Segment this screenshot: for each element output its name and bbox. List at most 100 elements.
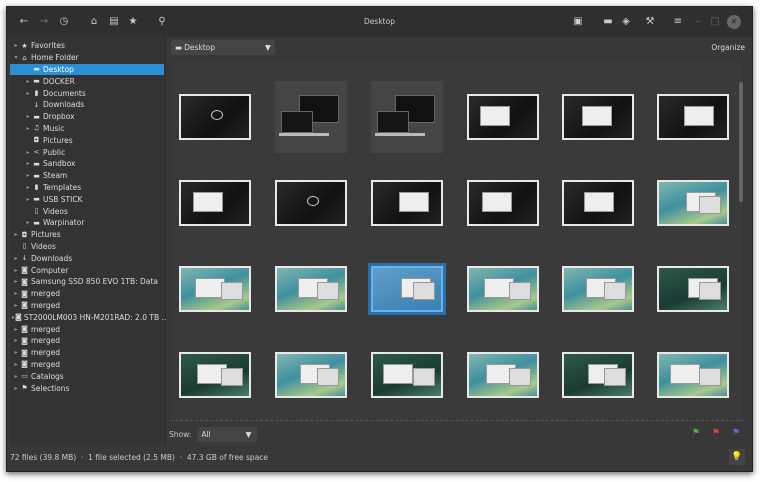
close-button[interactable]: ✕ — [727, 15, 741, 29]
thumbnail[interactable] — [657, 266, 729, 312]
thumbnail[interactable] — [657, 94, 729, 140]
drive-icon[interactable]: ▤ — [107, 15, 121, 29]
sidebar-item[interactable]: ▸ ▬ USB STICK — [10, 193, 164, 205]
thumbnail[interactable] — [179, 180, 251, 226]
menu-icon[interactable]: ≡ — [671, 15, 685, 29]
search-icon[interactable]: ⚲ — [155, 15, 169, 29]
tag-icon[interactable]: ◈ — [619, 15, 633, 29]
thumbnail[interactable] — [467, 94, 539, 140]
expander-icon[interactable]: ▸ — [12, 337, 20, 344]
sidebar-item[interactable]: ▸ ▮ Documents — [10, 87, 164, 99]
thumbnail[interactable] — [371, 180, 443, 226]
expander-icon[interactable]: ▸ — [24, 78, 32, 85]
thumbnail[interactable] — [467, 266, 539, 312]
expander-icon[interactable]: ▸ — [12, 373, 20, 380]
thumbnail[interactable] — [467, 352, 539, 398]
thumbnail[interactable] — [467, 180, 539, 226]
expander-icon[interactable]: ▸ — [24, 125, 32, 132]
sidebar-item[interactable]: ▬ Desktop — [10, 63, 164, 76]
sidebar-item[interactable]: ▸ ◙ Computer — [10, 264, 164, 276]
sidebar-item[interactable]: ▸ ▬ Steam — [10, 170, 164, 182]
expander-icon[interactable]: ▸ — [24, 172, 32, 179]
expander-icon[interactable]: ▸ — [12, 302, 20, 309]
expander-icon[interactable]: ▸ — [12, 349, 20, 356]
sidebar-item[interactable]: ▸ ▬ Sandbox — [10, 158, 164, 170]
expander-icon[interactable]: ▸ — [24, 219, 32, 226]
wrench-icon[interactable]: ⚒ — [643, 15, 657, 29]
sidebar-item[interactable]: ▸ ▬ Warpinator — [10, 217, 164, 229]
sidebar-item[interactable]: ▸ ⚑ Selections — [10, 382, 164, 394]
forward-arrow-icon[interactable]: → — [37, 15, 51, 29]
thumbnail[interactable] — [179, 94, 251, 140]
sidebar-item[interactable]: ▸ ▬ DOCKER — [10, 75, 164, 87]
sidebar-item[interactable]: ▸ ▮ Templates — [10, 182, 164, 194]
expander-icon[interactable]: ▸ — [24, 184, 32, 191]
expander-icon[interactable]: ▾ — [12, 54, 20, 61]
thumbnail[interactable] — [371, 81, 443, 153]
presentation-icon[interactable]: ▣ — [571, 15, 585, 29]
thumbnail[interactable] — [275, 180, 347, 226]
expander-icon[interactable]: ▸ — [12, 231, 20, 238]
thumbnail[interactable] — [562, 352, 634, 398]
sidebar-item[interactable]: ◘ Pictures — [10, 134, 164, 146]
expander-icon[interactable]: ▸ — [12, 42, 20, 49]
sidebar-item[interactable]: ▸ ◙ merged — [10, 300, 164, 312]
expander-icon[interactable]: ▸ — [24, 90, 32, 97]
path-dropdown[interactable]: ▬ Desktop ▼ — [171, 40, 275, 55]
sidebar-item[interactable]: ↓ Downloads — [10, 99, 164, 111]
show-dropdown[interactable]: All ▼ — [197, 426, 258, 442]
sidebar-item[interactable]: ▸ ◙ merged — [10, 359, 164, 371]
thumbnail[interactable] — [275, 352, 347, 398]
expander-icon[interactable]: ▸ — [12, 290, 20, 297]
sidebar-item[interactable]: ▸ ★ Favorites — [10, 40, 164, 52]
thumbnail[interactable] — [275, 81, 347, 153]
history-icon[interactable]: ◷ — [57, 15, 71, 29]
thumbnail[interactable] — [275, 266, 347, 312]
expander-icon[interactable]: ▸ — [12, 255, 20, 262]
sidebar-item[interactable]: ▸ ▬ Dropbox — [10, 111, 164, 123]
expander-icon[interactable]: ▸ — [24, 149, 32, 156]
expander-icon[interactable]: ▸ — [24, 160, 32, 167]
maximize-button[interactable]: □ — [708, 15, 722, 29]
expander-icon[interactable]: ▸ — [12, 278, 20, 285]
expander-icon[interactable]: ▸ — [12, 361, 20, 368]
star-icon[interactable]: ★ — [126, 15, 140, 29]
expander-icon[interactable]: ▸ — [12, 267, 20, 274]
sidebar-item[interactable]: ▾ ⌂ Home Folder — [10, 52, 164, 64]
thumbnail[interactable] — [657, 180, 729, 226]
sidebar-item[interactable]: ▯ Videos — [10, 241, 164, 253]
sidebar-item[interactable]: ▸ ◙ merged — [10, 323, 164, 335]
thumbnail[interactable] — [657, 352, 729, 398]
expander-icon[interactable]: ▸ — [24, 113, 32, 120]
thumbnail[interactable] — [562, 94, 634, 140]
flag-icon[interactable]: ⚑ — [732, 428, 740, 438]
sidebar-item[interactable]: ▯ Videos — [10, 205, 164, 217]
thumbnail[interactable] — [562, 180, 634, 226]
sidebar-item[interactable]: ▸ ◙ Samsung SSD 850 EVO 1TB: Data — [10, 276, 164, 288]
back-arrow-icon[interactable]: ← — [17, 15, 31, 29]
expander-icon[interactable]: ▸ — [24, 196, 32, 203]
thumbnail[interactable] — [562, 266, 634, 312]
scrollbar[interactable] — [739, 82, 743, 202]
sidebar-item[interactable]: ▸ ◙ ST2000LM003 HN-M201RAD: 2.0 TB ... — [10, 311, 169, 323]
minimize-button[interactable]: – — [691, 15, 705, 29]
thumbnail[interactable] — [371, 266, 443, 312]
home-icon[interactable]: ⌂ — [87, 15, 101, 29]
comment-icon[interactable]: ▬ — [601, 15, 615, 29]
sidebar-item[interactable]: ▸ < Public — [10, 146, 164, 158]
thumbnail[interactable] — [179, 352, 251, 398]
flag-icon[interactable]: ⚑ — [712, 428, 720, 438]
thumbnail[interactable] — [371, 352, 443, 398]
sidebar-item[interactable]: ▸ ↓ Downloads — [10, 252, 164, 264]
sidebar-item[interactable]: ▸ ♫ Music — [10, 123, 164, 135]
expander-icon[interactable]: ▸ — [12, 326, 20, 333]
thumbnail[interactable] — [179, 266, 251, 312]
flag-icon[interactable]: ⚑ — [692, 428, 700, 438]
sidebar-item[interactable]: ▸ ◙ merged — [10, 347, 164, 359]
expander-icon[interactable]: ▸ — [12, 385, 20, 392]
sidebar-item[interactable]: ▸ ◙ merged — [10, 335, 164, 347]
sidebar-item[interactable]: ▸ ◙ merged — [10, 288, 164, 300]
lightbulb-icon[interactable]: 💡 — [729, 449, 745, 465]
sidebar-item[interactable]: ▸ ◘ Pictures — [10, 229, 164, 241]
sidebar-item[interactable]: ▸ ▭ Catalogs — [10, 370, 164, 382]
